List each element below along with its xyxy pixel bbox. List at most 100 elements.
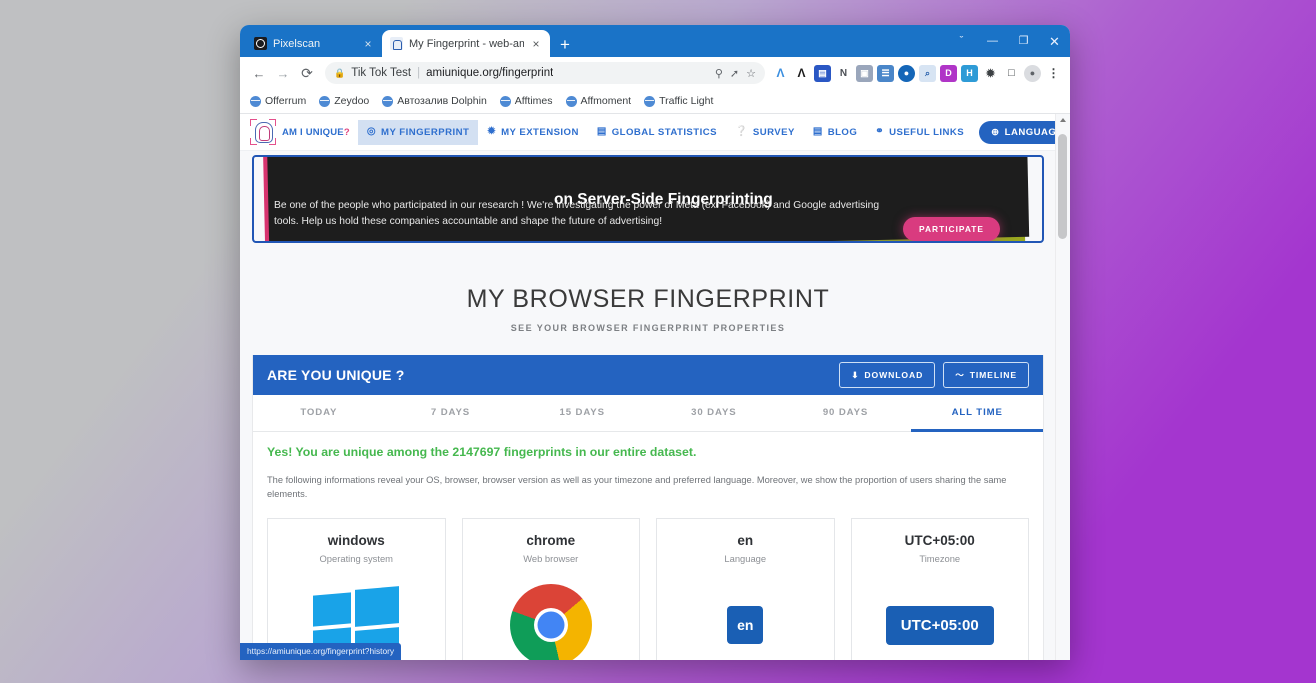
n-extension-icon[interactable]: N — [835, 65, 852, 82]
nav-label: MY FINGERPRINT — [381, 126, 470, 138]
scroll-up-icon[interactable] — [1060, 118, 1066, 122]
sidepanel-icon[interactable]: □ — [1003, 65, 1020, 82]
chart-icon: ▤ — [596, 126, 607, 137]
tab-7-days[interactable]: 7 DAYS — [385, 395, 517, 432]
language-button[interactable]: ⊕ LANGUAGE — [979, 120, 1056, 144]
status-bar-link: https://amiunique.org/fingerprint?histor… — [240, 643, 402, 660]
panel-body: Yes! You are unique among the 2147697 fi… — [253, 432, 1043, 660]
star-icon[interactable]: ☆ — [746, 67, 756, 80]
d-extension-icon[interactable]: D — [940, 64, 957, 82]
download-button[interactable]: ⬇ DOWNLOAD — [839, 362, 936, 388]
notebook-icon[interactable]: ▤ — [814, 64, 831, 82]
h-extension-icon[interactable]: H — [961, 64, 978, 82]
nav-label: GLOBAL STATISTICS — [611, 126, 717, 138]
profile-label: Tik Tok Test — [351, 67, 412, 79]
download-label: DOWNLOAD — [864, 370, 924, 380]
page-header: MY BROWSER FINGERPRINT SEE YOUR BROWSER … — [240, 245, 1056, 355]
chevron-down-icon[interactable]: ˇ — [946, 25, 977, 57]
browser-toolbar: 🔒 Tik Tok Test | amiunique.org/fingerpri… — [240, 57, 1070, 89]
desktop-background: Pixelscan × My Fingerprint - web-am-i-un… — [0, 0, 1316, 683]
tab-all-time[interactable]: ALL TIME — [911, 395, 1044, 432]
card-value: en — [737, 533, 754, 548]
close-icon[interactable]: × — [362, 38, 374, 50]
panel-header: ARE YOU UNIQUE ? ⬇ DOWNLOAD 〜 TIMELINE — [253, 355, 1043, 395]
research-banner[interactable]: on Server-Side Fingerprinting Be one of … — [240, 151, 1056, 245]
newsfeed-icon[interactable]: ☰ — [877, 64, 894, 82]
bookmark-label: Offerrum — [265, 95, 307, 107]
tab-title: My Fingerprint - web-am-i-uniq — [409, 37, 524, 50]
window-controls: ˇ — ❐ ✕ — [946, 25, 1070, 57]
new-tab-button[interactable]: + — [550, 36, 580, 57]
puzzle-icon[interactable]: ✹ — [982, 65, 999, 82]
minimize-button[interactable]: — — [977, 25, 1008, 57]
bookmark-affmoment[interactable]: Affmoment — [565, 95, 632, 107]
share-icon[interactable]: ➚ — [730, 67, 739, 80]
browser-tab-my-fingerprint[interactable]: My Fingerprint - web-am-i-uniq × — [382, 30, 550, 57]
card-art — [463, 564, 640, 660]
search-icon[interactable]: ⚲ — [715, 67, 723, 80]
timeline-icon: 〜 — [955, 370, 965, 380]
menu-icon[interactable]: ⋮ — [1045, 65, 1062, 82]
link-icon: ⚭ — [875, 126, 885, 137]
extensions-tray: Λ Λ ▤ N ▣ ☰ ● ⌕ D H ✹ □ ● ⋮ — [772, 64, 1062, 82]
card-operating-system: windows Operating system — [267, 518, 446, 660]
magnifier-icon[interactable]: ⌕ — [919, 64, 936, 82]
nav-survey[interactable]: ❔ SURVEY — [726, 120, 804, 145]
close-icon[interactable]: × — [530, 38, 542, 50]
site-logo[interactable]: AM I UNIQUE? — [250, 119, 350, 145]
browser-window: Pixelscan × My Fingerprint - web-am-i-un… — [240, 25, 1070, 660]
nav-blog[interactable]: ▤ BLOG — [804, 120, 866, 145]
nav-label: BLOG — [827, 126, 858, 138]
banner-frame: on Server-Side Fingerprinting Be one of … — [252, 155, 1044, 243]
tab-today[interactable]: TODAY — [253, 395, 385, 432]
omnibox-separator: | — [417, 67, 421, 79]
bookmark-offerrum[interactable]: Offerrum — [250, 95, 306, 107]
uniqueness-message: Yes! You are unique among the 2147697 fi… — [267, 445, 697, 459]
tab-90-days[interactable]: 90 DAYS — [780, 395, 912, 432]
nav-label: MY EXTENSION — [501, 126, 579, 138]
chrome-logo-icon — [509, 584, 592, 660]
nav-my-fingerprint[interactable]: ◎ MY FINGERPRINT — [357, 119, 479, 145]
banner-body: Be one of the people who participated in… — [274, 200, 880, 227]
book-icon: ▤ — [812, 126, 823, 137]
address-bar[interactable]: 🔒 Tik Tok Test | amiunique.org/fingerpri… — [325, 62, 765, 84]
fingerprint-logo-icon — [250, 119, 276, 145]
bookmark-label: Traffic Light — [659, 95, 714, 107]
nav-global-statistics[interactable]: ▤ GLOBAL STATISTICS — [588, 120, 726, 145]
bookmark-label: Affmoment — [580, 95, 632, 107]
nav-useful-links[interactable]: ⚭ USEFUL LINKS — [866, 120, 973, 145]
nav-my-extension[interactable]: ✹ MY EXTENSION — [478, 120, 588, 145]
tab-30-days[interactable]: 30 DAYS — [648, 395, 780, 432]
panel-title: ARE YOU UNIQUE ? — [267, 367, 405, 383]
timeline-button[interactable]: 〜 TIMELINE — [943, 362, 1029, 388]
tab-title: Pixelscan — [273, 37, 321, 50]
card-timezone: UTC+05:00 Timezone UTC+05:00 0.62 % — [850, 518, 1029, 660]
avast-icon[interactable]: Λ — [772, 65, 789, 82]
reload-icon[interactable] — [296, 62, 318, 84]
fingerprint-icon: ◎ — [366, 126, 377, 137]
language-label: LANGUAGE — [1004, 126, 1056, 138]
recorder-icon[interactable]: ▣ — [856, 64, 873, 82]
card-label: Language — [724, 553, 767, 564]
close-window-button[interactable]: ✕ — [1039, 25, 1070, 57]
maximize-button[interactable]: ❐ — [1008, 25, 1039, 57]
bookmark-traffic-light[interactable]: Traffic Light — [644, 95, 713, 107]
back-icon[interactable] — [248, 62, 270, 84]
bookmark-afftimes[interactable]: Afftimes — [499, 95, 553, 107]
scrollbar-thumb[interactable] — [1058, 134, 1067, 239]
browser-tab-pixelscan[interactable]: Pixelscan × — [246, 30, 382, 57]
question-circle-icon: ❔ — [734, 126, 748, 137]
timeline-label: TIMELINE — [969, 370, 1017, 380]
bookmark-dolphin[interactable]: Автозалив Dolphin — [382, 95, 487, 107]
opera-icon[interactable]: ● — [898, 64, 915, 82]
bookmark-zeydoo[interactable]: Zeydoo — [319, 95, 369, 107]
participate-button[interactable]: PARTICIPATE — [903, 217, 1000, 241]
forward-icon[interactable] — [272, 62, 294, 84]
page-title: MY BROWSER FINGERPRINT — [466, 285, 830, 313]
profile-icon[interactable]: ● — [1024, 64, 1041, 82]
card-value: UTC+05:00 — [904, 533, 975, 548]
vertical-scrollbar[interactable] — [1055, 114, 1070, 660]
avg-icon[interactable]: Λ — [793, 65, 810, 82]
tab-15-days[interactable]: 15 DAYS — [516, 395, 648, 432]
timezone-badge: UTC+05:00 — [885, 605, 994, 645]
